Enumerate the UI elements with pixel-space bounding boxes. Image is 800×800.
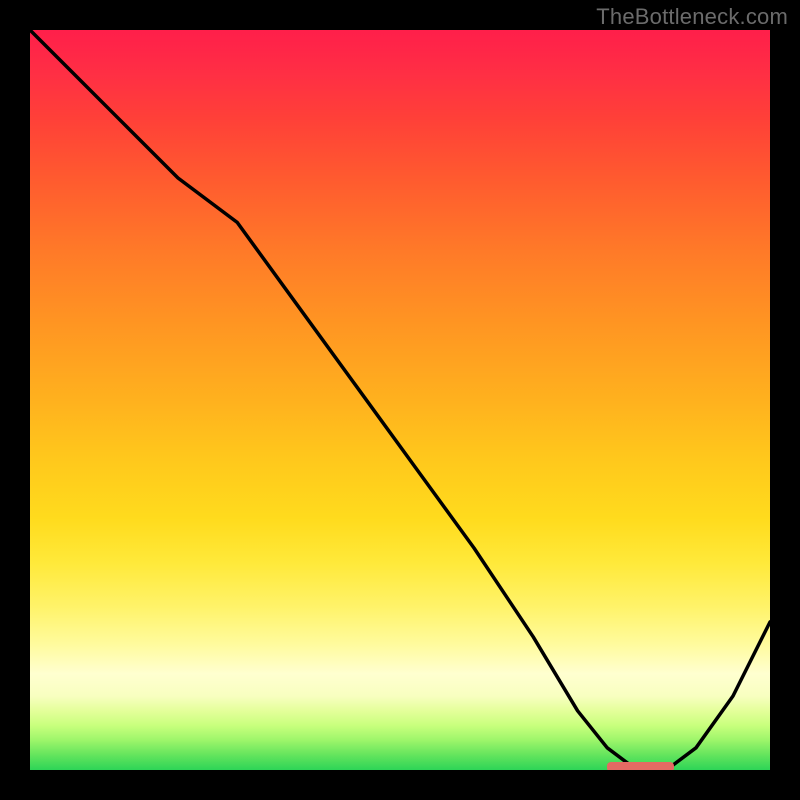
curve-svg: [30, 30, 770, 770]
bottleneck-curve-line: [30, 30, 770, 770]
chart-frame: TheBottleneck.com OPTIMAL: [0, 0, 800, 800]
watermark-text: TheBottleneck.com: [596, 4, 788, 30]
plot-area: OPTIMAL: [30, 30, 770, 770]
